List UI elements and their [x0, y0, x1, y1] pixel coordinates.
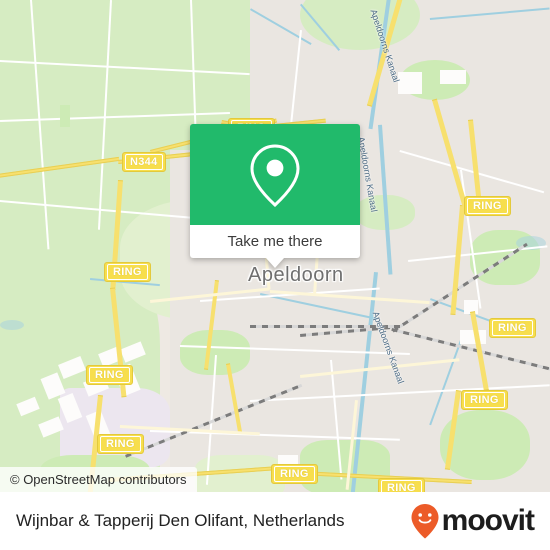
map-attribution[interactable]: © OpenStreetMap contributors: [0, 467, 197, 492]
attribution-text: © OpenStreetMap contributors: [10, 472, 187, 487]
take-me-there-label: Take me there: [227, 233, 323, 250]
road-shield-label: RING: [492, 320, 533, 336]
place-title: Wijnbar & Tapperij Den Olifant, Netherla…: [16, 511, 345, 530]
take-me-there-button[interactable]: Take me there: [190, 225, 360, 258]
road-shield-label: RING: [381, 480, 422, 492]
road-shield-ring: RING: [464, 196, 511, 216]
road-shield-label: RING: [89, 367, 130, 383]
map-canvas[interactable]: Apeldoorns Kanaal Apeldoorns Kanaal Apel…: [0, 0, 550, 492]
road-shield-label: N344: [125, 154, 163, 170]
location-callout-card[interactable]: Take me there: [190, 124, 360, 268]
callout-pointer: [266, 258, 284, 268]
road-shield-ring: RING: [378, 478, 425, 492]
moovit-wordmark: moovit: [441, 504, 535, 537]
moovit-logo[interactable]: moovit: [410, 503, 535, 539]
road-shield-ring: RING: [271, 464, 318, 484]
road-shield-label: RING: [274, 466, 315, 482]
callout-header: [190, 124, 360, 225]
road-shield-label: RING: [467, 198, 508, 214]
road-shield-label: RING: [464, 392, 505, 408]
road-shield-label: RING: [107, 264, 148, 280]
road-shield-ring: RING: [104, 262, 151, 282]
road-shield-ring: RING: [461, 390, 508, 410]
map-screenshot: Apeldoorns Kanaal Apeldoorns Kanaal Apel…: [0, 0, 550, 550]
road-shield-label: RING: [100, 436, 141, 452]
map-pin-icon: [250, 143, 300, 207]
road-shield-n344: N344: [122, 152, 166, 172]
road-shield-ring: RING: [489, 318, 536, 338]
road-shield-ring: RING: [86, 365, 133, 385]
moovit-pin-icon: [411, 504, 439, 539]
place-label-apeldoorn: Apeldoorn: [248, 264, 344, 286]
road-shield-ring: RING: [97, 434, 144, 454]
footer-bar: Wijnbar & Tapperij Den Olifant, Netherla…: [0, 492, 550, 550]
